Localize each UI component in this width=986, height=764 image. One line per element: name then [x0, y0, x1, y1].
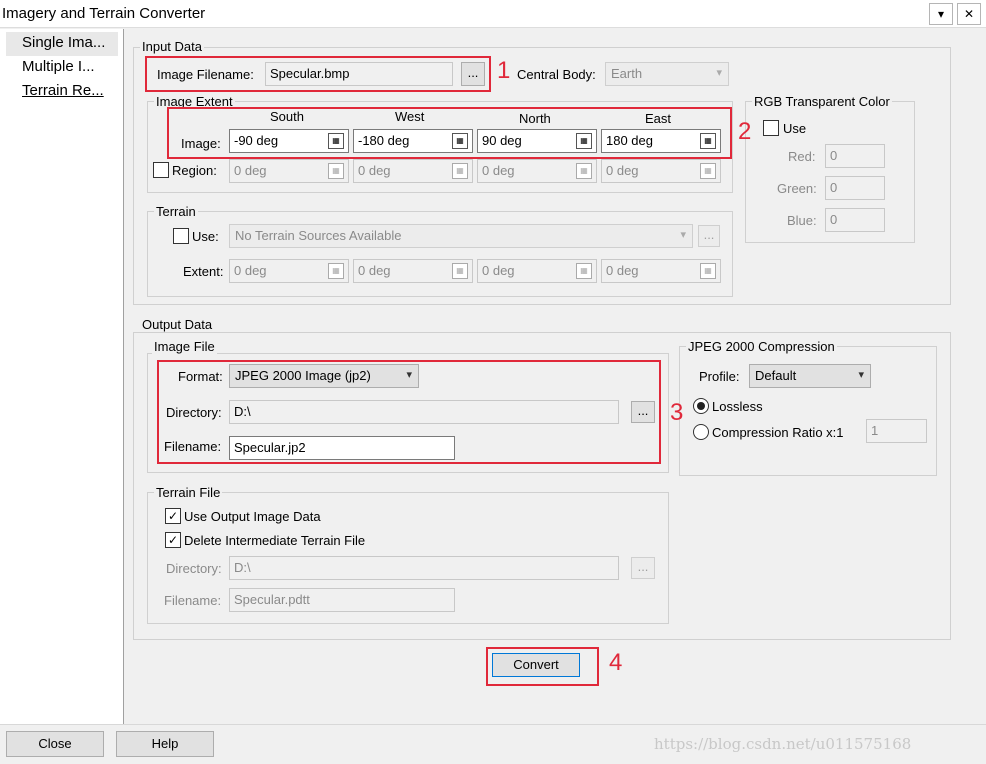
help-button[interactable]: Help [116, 731, 214, 757]
chevron-down-icon: ▾ [680, 229, 686, 241]
compression-ratio-radio[interactable] [693, 424, 709, 440]
unit-picker-icon[interactable]: ▦ [700, 163, 716, 179]
compression-ratio-field[interactable]: 1 [866, 419, 927, 443]
terrain-label: Terrain [154, 204, 198, 219]
region-north-field[interactable]: 0 deg ▦ [477, 159, 597, 183]
lossless-label: Lossless [712, 399, 763, 414]
radio-selected-dot [697, 402, 705, 410]
terrain-north-field[interactable]: 0 deg ▦ [477, 259, 597, 283]
unit-picker-icon[interactable]: ▦ [576, 263, 592, 279]
region-west-value: 0 deg [358, 163, 391, 178]
region-south-field[interactable]: 0 deg ▦ [229, 159, 349, 183]
terrain-filename-field[interactable]: Specular.pdtt [229, 588, 455, 612]
central-body-value: Earth [611, 66, 643, 81]
rgb-transparent-label: RGB Transparent Color [752, 94, 892, 109]
window-menu-dropdown-button[interactable]: ▾ [929, 3, 953, 25]
terrain-directory-label: Directory: [166, 561, 222, 576]
unit-picker-icon[interactable]: ▦ [328, 263, 344, 279]
terrain-extent-label: Extent: [183, 264, 224, 279]
chevron-down-icon: ▾ [937, 7, 945, 21]
task-tree: Single Ima... Multiple I... Terrain Re..… [0, 29, 124, 724]
chevron-down-icon: ▾ [858, 369, 864, 381]
region-checkbox[interactable] [153, 162, 169, 178]
use-output-image-label: Use Output Image Data [184, 509, 321, 524]
terrain-south-value: 0 deg [234, 263, 267, 278]
terrain-filename-label: Filename: [164, 593, 222, 608]
red-label: Red: [788, 149, 816, 164]
tree-item-single-image[interactable]: Single Ima... [22, 34, 114, 51]
unit-picker-icon[interactable]: ▦ [452, 163, 468, 179]
annotation-box-3 [157, 360, 661, 464]
close-button[interactable]: Close [6, 731, 104, 757]
annotation-number-2: 2 [738, 118, 752, 145]
terrain-directory-field[interactable]: D:\ [229, 556, 619, 580]
bottom-bar: Close Help https://blog.csdn.net/u011575… [0, 724, 986, 764]
window-title: Imagery and Terrain Converter [2, 5, 206, 22]
annotation-box-4 [486, 647, 599, 686]
main-panel: Input Data Image Filename: Specular.bmp … [125, 29, 986, 724]
close-icon: ✕ [963, 7, 975, 21]
terrain-use-checkbox[interactable] [173, 228, 189, 244]
terrain-east-value: 0 deg [606, 263, 639, 278]
region-south-value: 0 deg [234, 163, 267, 178]
annotation-number-1: 1 [497, 57, 511, 84]
annotation-box-1 [145, 56, 491, 92]
region-east-value: 0 deg [606, 163, 639, 178]
unit-picker-icon[interactable]: ▦ [328, 163, 344, 179]
window-close-button[interactable]: ✕ [957, 3, 981, 25]
red-field[interactable]: 0 [825, 144, 885, 168]
annotation-number-3: 3 [670, 399, 684, 426]
terrain-source-value: No Terrain Sources Available [235, 228, 402, 243]
profile-select[interactable]: Default ▾ [749, 364, 871, 388]
unit-picker-icon[interactable]: ▦ [452, 263, 468, 279]
region-label: Region: [172, 163, 217, 178]
terrain-file-label: Terrain File [154, 485, 223, 500]
terrain-west-field[interactable]: 0 deg ▦ [353, 259, 473, 283]
chevron-down-icon: ▾ [716, 67, 722, 79]
blue-label: Blue: [787, 213, 817, 228]
tree-item-terrain-region[interactable]: Terrain Re... [22, 82, 114, 99]
central-body-label: Central Body: [517, 67, 596, 82]
jpeg2000-label: JPEG 2000 Compression [686, 339, 837, 354]
terrain-use-label: Use: [192, 229, 219, 244]
terrain-directory-browse-button[interactable]: ... [631, 557, 655, 579]
image-file-label: Image File [152, 339, 217, 354]
region-north-value: 0 deg [482, 163, 515, 178]
terrain-source-select[interactable]: No Terrain Sources Available ▾ [229, 224, 693, 248]
unit-picker-icon[interactable]: ▦ [576, 163, 592, 179]
annotation-number-4: 4 [609, 649, 623, 676]
terrain-west-value: 0 deg [358, 263, 391, 278]
green-field[interactable]: 0 [825, 176, 885, 200]
title-bar: Imagery and Terrain Converter ▾ ✕ [0, 0, 986, 28]
terrain-south-field[interactable]: 0 deg ▦ [229, 259, 349, 283]
rgb-use-label: Use [783, 121, 807, 136]
terrain-north-value: 0 deg [482, 263, 515, 278]
profile-value: Default [755, 368, 797, 383]
profile-label: Profile: [699, 369, 740, 384]
tree-item-multiple-images[interactable]: Multiple I... [22, 58, 114, 75]
annotation-box-2 [167, 107, 732, 159]
compression-ratio-label: Compression Ratio x:1 [712, 425, 844, 440]
watermark-text: https://blog.csdn.net/u011575168 [654, 735, 912, 753]
region-west-field[interactable]: 0 deg ▦ [353, 159, 473, 183]
terrain-source-browse-button[interactable]: ... [698, 225, 720, 247]
delete-intermediate-label: Delete Intermediate Terrain File [184, 533, 366, 548]
rgb-use-checkbox[interactable] [763, 120, 779, 136]
input-data-label: Input Data [140, 39, 204, 54]
unit-picker-icon[interactable]: ▦ [700, 263, 716, 279]
use-output-image-checkbox[interactable]: ✓ [165, 508, 181, 524]
terrain-east-field[interactable]: 0 deg ▦ [601, 259, 721, 283]
lossless-radio[interactable] [693, 398, 709, 414]
central-body-select[interactable]: Earth ▾ [605, 62, 729, 86]
delete-intermediate-checkbox[interactable]: ✓ [165, 532, 181, 548]
region-east-field[interactable]: 0 deg ▦ [601, 159, 721, 183]
blue-field[interactable]: 0 [825, 208, 885, 232]
green-label: Green: [777, 181, 817, 196]
output-data-label: Output Data [140, 317, 215, 332]
